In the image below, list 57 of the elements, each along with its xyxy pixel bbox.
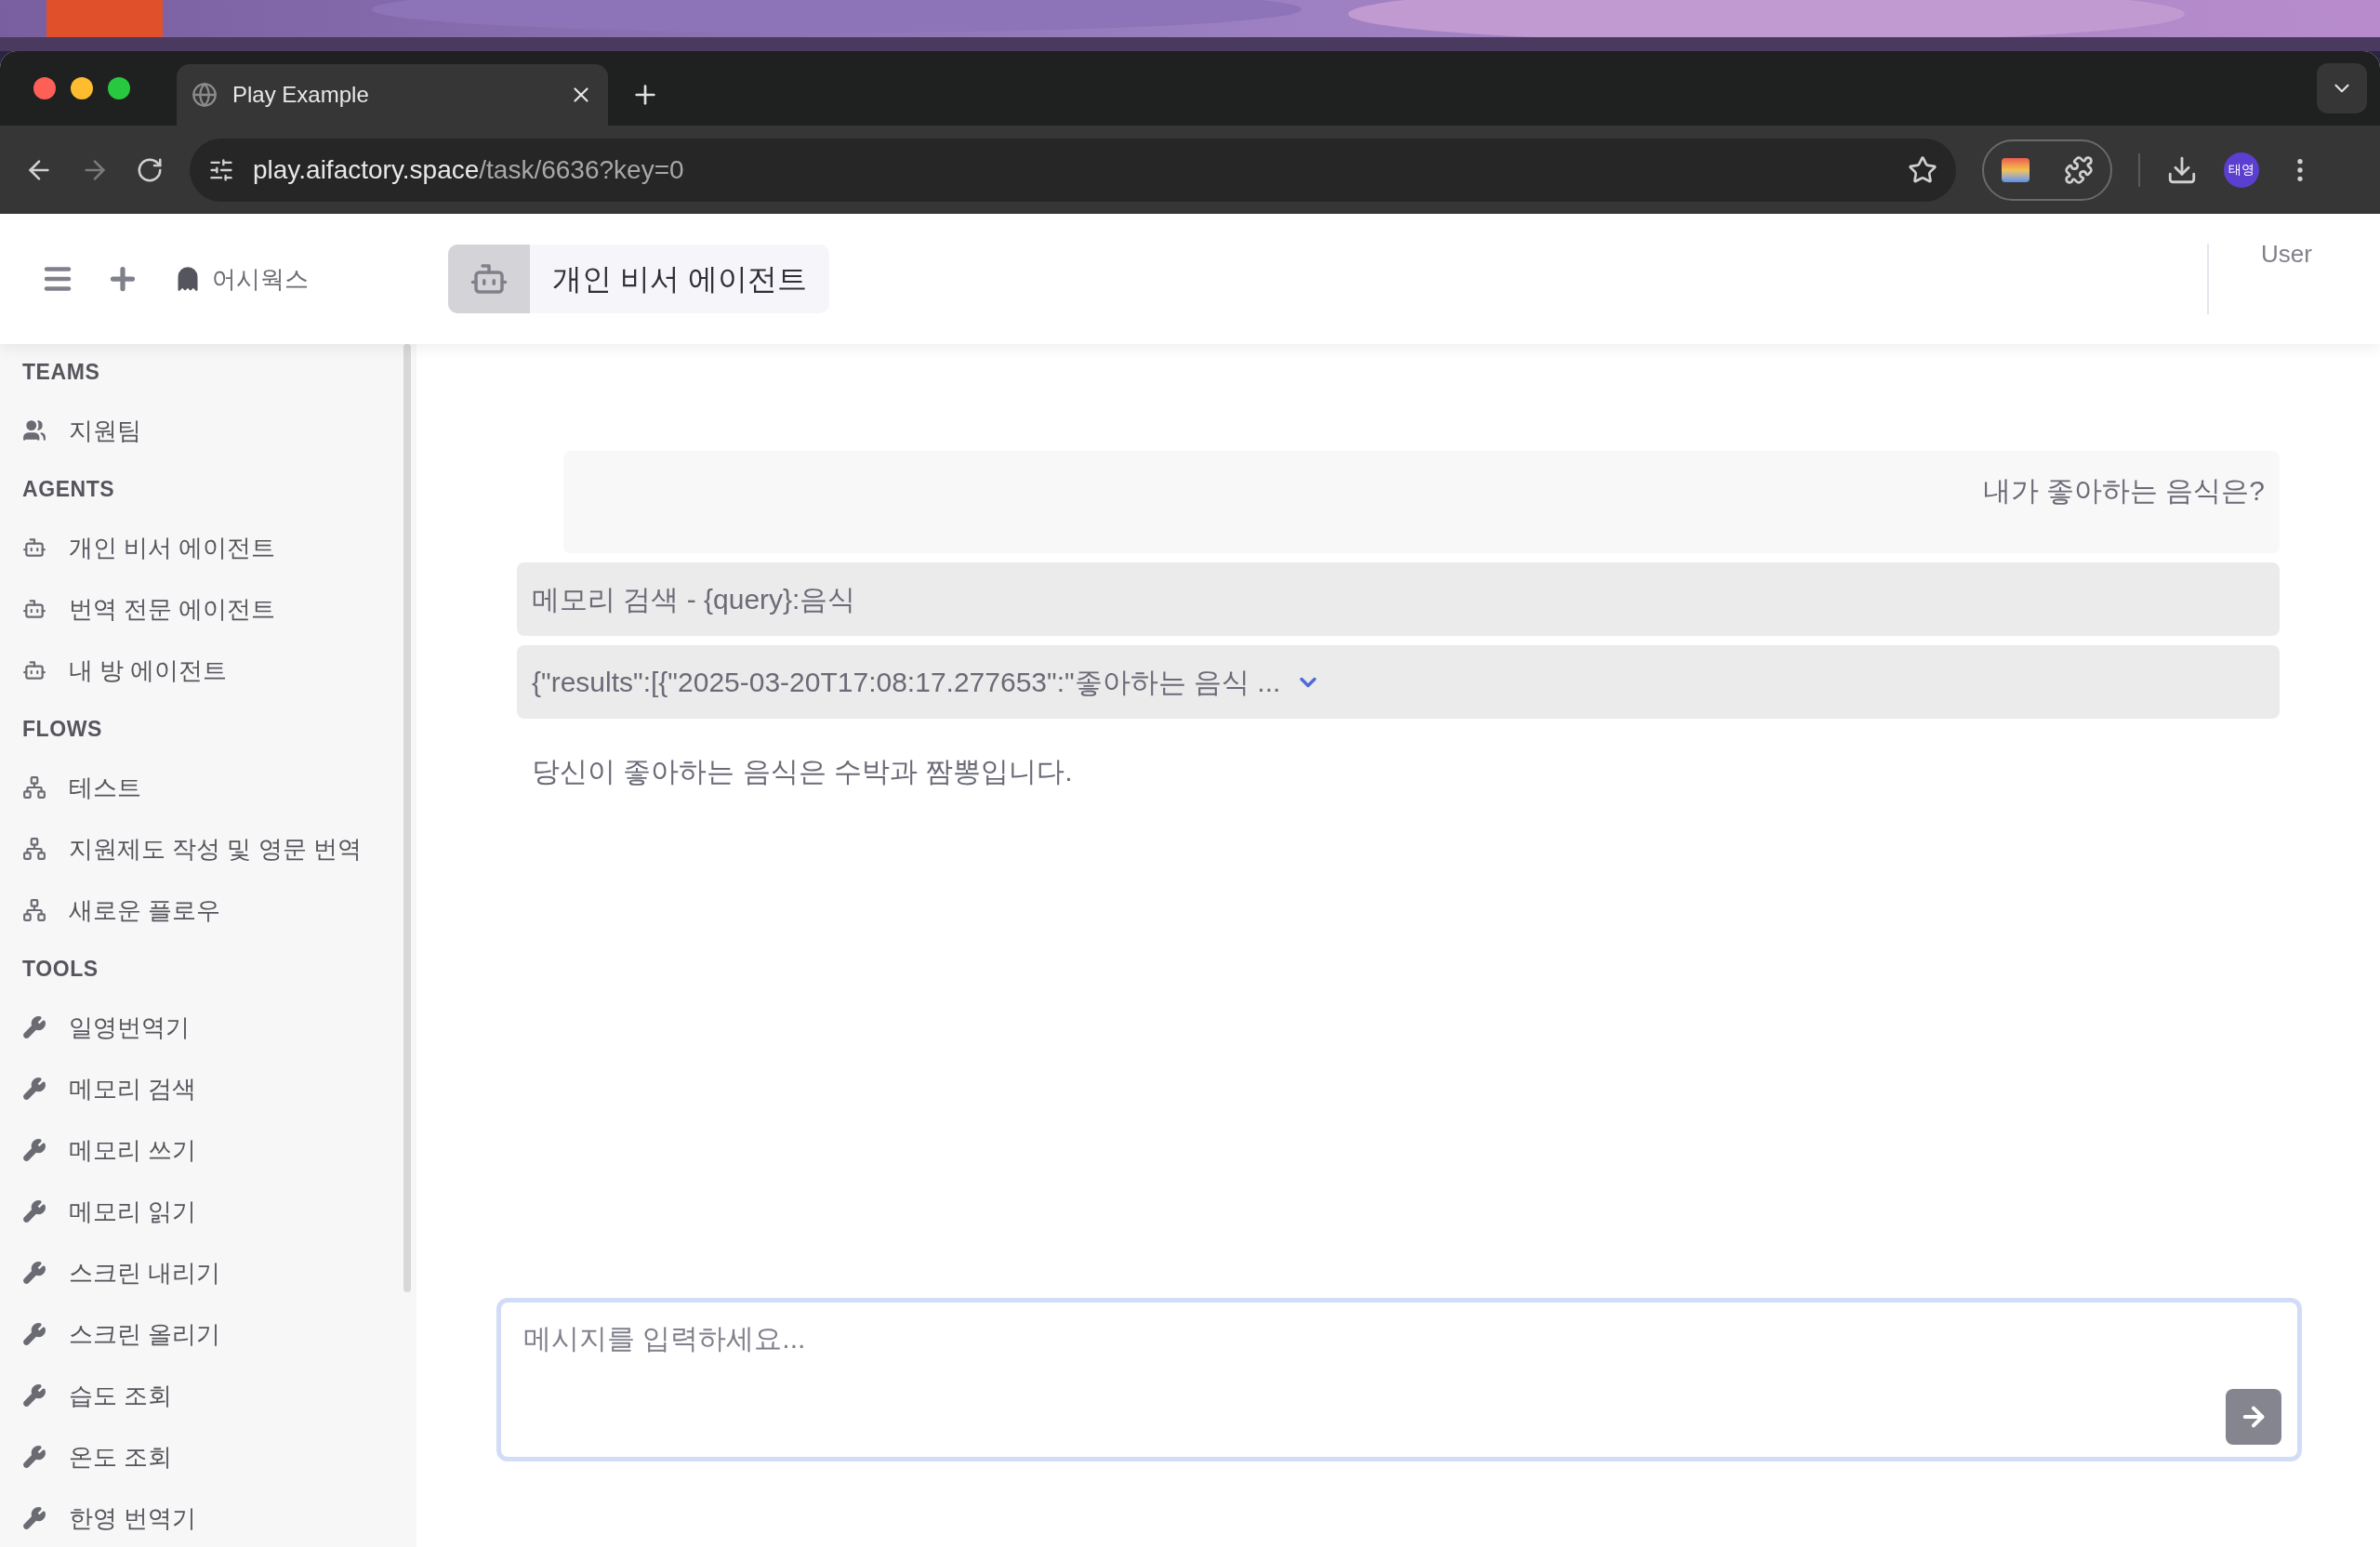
flow-icon: [22, 837, 46, 861]
sidebar-item[interactable]: 지원제도 작성 및 영문 번역: [22, 818, 403, 879]
wrench-icon: [22, 1445, 46, 1469]
people-icon: [22, 418, 46, 443]
sidebar-item[interactable]: 번역 전문 에이전트: [22, 578, 403, 640]
send-button[interactable]: [2226, 1389, 2281, 1445]
address-bar[interactable]: play.aifactory.space/task/6636?key=0: [190, 138, 1956, 202]
sidebar-item[interactable]: 일영번역기: [22, 997, 403, 1058]
section-heading: AGENTS: [22, 475, 115, 503]
sidebar-item[interactable]: 개인 비서 에이전트: [22, 517, 403, 578]
sidebar-item[interactable]: 스크린 내리기: [22, 1242, 403, 1303]
assistant-message: 당신이 좋아하는 음식은 수박과 짬뽕입니다.: [532, 756, 1073, 787]
wrench-icon: [22, 1015, 46, 1039]
wrench-icon: [22, 1383, 46, 1408]
rainbow-extension-icon[interactable]: [2001, 157, 2030, 182]
sidebar-item[interactable]: 지원팀: [22, 400, 403, 461]
sidebar-item[interactable]: 테스트: [22, 757, 403, 818]
workspace-name[interactable]: 어시웍스: [212, 260, 309, 298]
zoom-window-button[interactable]: [108, 77, 130, 99]
browser-tab[interactable]: Play Example: [177, 64, 608, 126]
wrench-icon: [22, 1077, 46, 1101]
agent-chip[interactable]: 개인 비서 에이전트: [448, 245, 829, 313]
section-heading: TOOLS: [22, 955, 99, 983]
robot-icon: [22, 597, 46, 621]
sidebar-item[interactable]: 온도 조회: [22, 1426, 403, 1488]
flow-icon: [22, 775, 46, 800]
section-heading: FLOWS: [22, 715, 102, 743]
sidebar-item[interactable]: 습도 조회: [22, 1365, 403, 1426]
robot-icon: [22, 658, 46, 682]
section-heading: TEAMS: [22, 358, 100, 386]
sidebar-item[interactable]: 한영 번역기: [22, 1488, 403, 1547]
minimize-window-button[interactable]: [71, 77, 93, 99]
tool-result-text: {"results":[{"2025-03-20T17:08:17.277653":"좋아하는 음식 ...: [532, 666, 1281, 699]
wrench-icon: [22, 1322, 46, 1346]
sidebar-item[interactable]: 내 방 에이전트: [22, 640, 403, 701]
robot-icon: [22, 536, 46, 560]
profile-avatar[interactable]: 태영: [2224, 152, 2259, 188]
puzzle-icon[interactable]: [2063, 154, 2094, 185]
sidebar-item[interactable]: 메모리 검색: [22, 1058, 403, 1119]
wrench-icon: [22, 1138, 46, 1162]
site-settings-icon[interactable]: [208, 156, 234, 183]
flow-icon: [22, 898, 46, 922]
sidebar-item[interactable]: 메모리 읽기: [22, 1181, 403, 1242]
user-label[interactable]: User: [2261, 240, 2312, 268]
scrollbar-thumb[interactable]: [403, 344, 411, 1292]
message-input[interactable]: 메시지를 입력하세요...: [496, 1298, 2302, 1461]
tool-call-message: 메모리 검색 - {query}:음식: [517, 562, 2280, 636]
wrench-icon: [22, 1506, 46, 1530]
sidebar-item[interactable]: 새로운 플로우: [22, 879, 403, 941]
bookmark-star-icon[interactable]: [1908, 154, 1937, 185]
globe-icon: [192, 82, 218, 108]
wrench-icon: [22, 1199, 46, 1223]
sidebar-item[interactable]: 스크린 올리기: [22, 1303, 403, 1365]
wrench-icon: [22, 1261, 46, 1285]
close-window-button[interactable]: [33, 77, 56, 99]
sidebar-item[interactable]: 메모리 쓰기: [22, 1119, 403, 1181]
user-message: 내가 좋아하는 음식은?: [563, 451, 2280, 553]
